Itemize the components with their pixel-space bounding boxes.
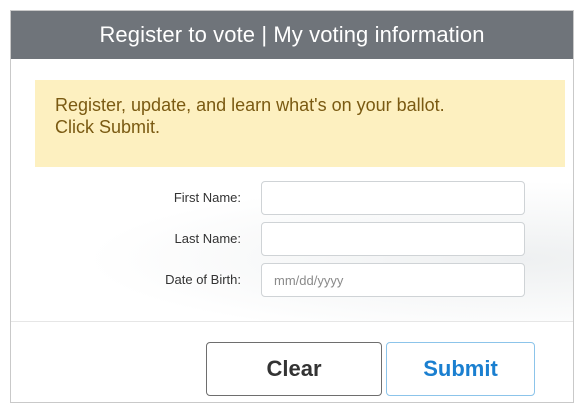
voter-registration-card: Register to vote | My voting information… (10, 10, 574, 403)
first-name-label: First Name: (173, 190, 241, 205)
last-name-input[interactable] (261, 222, 525, 256)
clear-button[interactable]: Clear (206, 342, 382, 396)
first-name-row: First Name: (11, 181, 573, 215)
dob-input[interactable] (261, 263, 525, 297)
instruction-banner: Register, update, and learn what's on yo… (35, 80, 565, 167)
instruction-line-1: Register, update, and learn what's on yo… (55, 95, 445, 115)
dob-row: Date of Birth: (11, 263, 573, 297)
last-name-label: Last Name: (174, 231, 241, 246)
first-name-input[interactable] (261, 181, 525, 215)
dob-label: Date of Birth: (165, 272, 241, 287)
last-name-row: Last Name: (11, 222, 573, 256)
button-bar: Clear Submit (11, 321, 573, 402)
submit-button[interactable]: Submit (386, 342, 535, 396)
instruction-line-2: Click Submit. (55, 117, 161, 137)
card-header: Register to vote | My voting information (11, 11, 573, 59)
page-title: Register to vote | My voting information (99, 22, 485, 47)
